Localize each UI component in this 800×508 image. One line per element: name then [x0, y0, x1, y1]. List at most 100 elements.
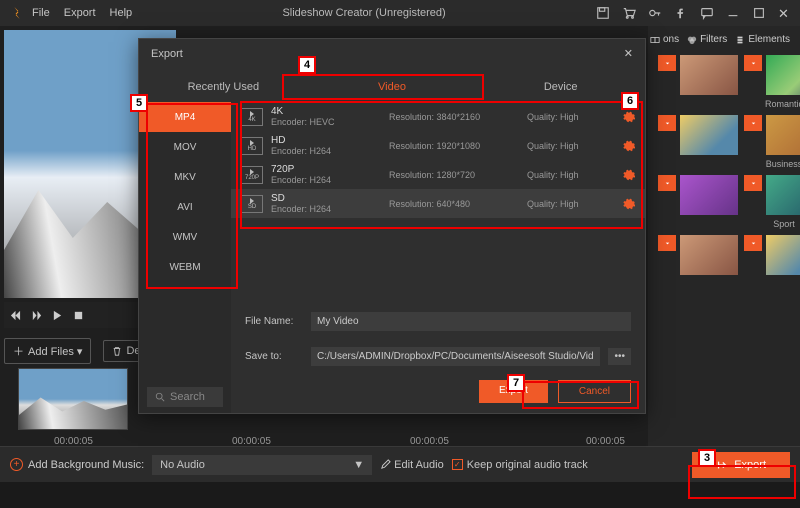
- preset-icon: HD: [241, 137, 263, 155]
- add-bgm-button[interactable]: + Add Background Music:: [10, 458, 144, 471]
- maximize-icon[interactable]: [752, 6, 766, 20]
- format-mp4[interactable]: MP4: [139, 102, 231, 132]
- filename-input[interactable]: [311, 312, 631, 331]
- download-icon[interactable]: [658, 115, 676, 131]
- asset-card[interactable]: [658, 115, 738, 169]
- menu-help[interactable]: Help: [110, 7, 133, 19]
- gear-icon[interactable]: [622, 139, 635, 152]
- gear-icon[interactable]: [622, 197, 635, 210]
- preset-row[interactable]: 720P720PEncoder: H264Resolution: 1280*72…: [231, 160, 645, 189]
- dialog-cancel-button[interactable]: Cancel: [558, 380, 631, 403]
- preset-quality: Quality: High: [527, 112, 614, 122]
- checkbox-icon: ✓: [452, 459, 463, 470]
- cart-icon[interactable]: [622, 6, 636, 20]
- download-icon[interactable]: [744, 175, 762, 191]
- tab-video[interactable]: Video: [308, 72, 477, 102]
- preset-quality: Quality: High: [527, 199, 614, 209]
- play-icon[interactable]: [31, 310, 42, 321]
- window-title: Slideshow Creator (Unregistered): [132, 7, 596, 19]
- asset-card[interactable]: [744, 235, 800, 275]
- save-icon[interactable]: [596, 6, 610, 20]
- format-wmv[interactable]: WMV: [139, 222, 231, 252]
- key-icon[interactable]: [648, 6, 662, 20]
- format-search[interactable]: Search: [147, 387, 223, 407]
- timestamp: 00:00:05: [410, 436, 449, 447]
- preset-encoder: Encoder: H264: [271, 204, 381, 214]
- facebook-icon[interactable]: [674, 6, 688, 20]
- timestamp: 00:00:05: [54, 436, 93, 447]
- format-avi[interactable]: AVI: [139, 192, 231, 222]
- download-icon[interactable]: [744, 235, 762, 251]
- add-files-button[interactable]: ＋Add Files ▾: [4, 338, 91, 364]
- asset-card[interactable]: [658, 235, 738, 275]
- download-icon[interactable]: [744, 115, 762, 131]
- dialog-close-icon[interactable]: ✕: [624, 47, 633, 60]
- browse-button[interactable]: •••: [608, 348, 631, 365]
- preset-name: 720P: [271, 164, 381, 175]
- stop-icon[interactable]: [73, 310, 84, 321]
- asset-label: Romantic: [744, 99, 800, 109]
- search-icon: [155, 392, 165, 402]
- preset-row[interactable]: HDHDEncoder: H264Resolution: 1920*1080Qu…: [231, 131, 645, 160]
- asset-label: Sport: [744, 219, 800, 229]
- tab-elements[interactable]: Elements: [735, 34, 790, 45]
- preset-list: 4K4KEncoder: HEVCResolution: 3840*2160Qu…: [231, 102, 645, 413]
- plus-icon: +: [10, 458, 23, 471]
- gear-icon[interactable]: [622, 168, 635, 181]
- assets-panel: ons Filters Elements Romantic Business S…: [648, 26, 800, 446]
- download-icon[interactable]: [744, 55, 762, 71]
- preset-quality: Quality: High: [527, 141, 614, 151]
- download-icon[interactable]: [658, 235, 676, 251]
- dialog-export-button[interactable]: Export: [479, 380, 548, 403]
- gear-icon[interactable]: [622, 110, 635, 123]
- saveto-label: Save to:: [245, 351, 303, 362]
- title-bar: File Export Help Slideshow Creator (Unre…: [0, 0, 800, 26]
- preset-encoder: Encoder: H264: [271, 175, 381, 185]
- dialog-title: Export: [151, 48, 183, 60]
- tab-recently-used[interactable]: Recently Used: [139, 72, 308, 102]
- tab-transitions[interactable]: ons: [650, 34, 679, 45]
- format-mkv[interactable]: MKV: [139, 162, 231, 192]
- download-icon[interactable]: [658, 175, 676, 191]
- download-icon[interactable]: [658, 55, 676, 71]
- export-icon: [716, 459, 728, 471]
- edit-audio-button[interactable]: Edit Audio: [380, 459, 444, 471]
- timeline-thumb[interactable]: [18, 368, 128, 430]
- saveto-input[interactable]: [311, 347, 600, 366]
- play2-icon[interactable]: [52, 310, 63, 321]
- preset-encoder: Encoder: H264: [271, 146, 381, 156]
- asset-card[interactable]: Business: [744, 115, 800, 169]
- preset-name: HD: [271, 135, 381, 146]
- preset-name: 4K: [271, 106, 381, 117]
- preset-icon: 720P: [241, 166, 263, 184]
- preset-row[interactable]: 4K4KEncoder: HEVCResolution: 3840*2160Qu…: [231, 102, 645, 131]
- format-sidebar: MP4 MOV MKV AVI WMV WEBM Search: [139, 102, 231, 413]
- minimize-icon[interactable]: [726, 6, 740, 20]
- preset-resolution: Resolution: 1920*1080: [389, 141, 519, 151]
- asset-card[interactable]: Romantic: [744, 55, 800, 109]
- asset-card[interactable]: Sport: [744, 175, 800, 229]
- footer-bar: + Add Background Music: No Audio▼ Edit A…: [0, 446, 800, 482]
- audio-select[interactable]: No Audio▼: [152, 455, 372, 475]
- format-mov[interactable]: MOV: [139, 132, 231, 162]
- preset-icon: 4K: [241, 108, 263, 126]
- export-button[interactable]: Export: [692, 452, 790, 478]
- timestamp: 00:00:05: [586, 436, 625, 447]
- asset-card[interactable]: [658, 175, 738, 229]
- preset-row[interactable]: SDSDEncoder: H264Resolution: 640*480Qual…: [231, 189, 645, 218]
- close-icon[interactable]: ✕: [778, 6, 792, 20]
- menu-export[interactable]: Export: [64, 7, 96, 19]
- tab-filters[interactable]: Filters: [687, 34, 727, 45]
- preset-resolution: Resolution: 1280*720: [389, 170, 519, 180]
- preset-encoder: Encoder: HEVC: [271, 117, 381, 127]
- menu-file[interactable]: File: [32, 7, 50, 19]
- preset-quality: Quality: High: [527, 170, 614, 180]
- feedback-icon[interactable]: [700, 6, 714, 20]
- export-dialog: Export ✕ Recently Used Video Device MP4 …: [138, 38, 646, 414]
- tab-device[interactable]: Device: [476, 72, 645, 102]
- prev-icon[interactable]: [10, 310, 21, 321]
- preset-name: SD: [271, 193, 381, 204]
- format-webm[interactable]: WEBM: [139, 252, 231, 282]
- keep-audio-checkbox[interactable]: ✓ Keep original audio track: [452, 459, 588, 471]
- asset-card[interactable]: [658, 55, 738, 109]
